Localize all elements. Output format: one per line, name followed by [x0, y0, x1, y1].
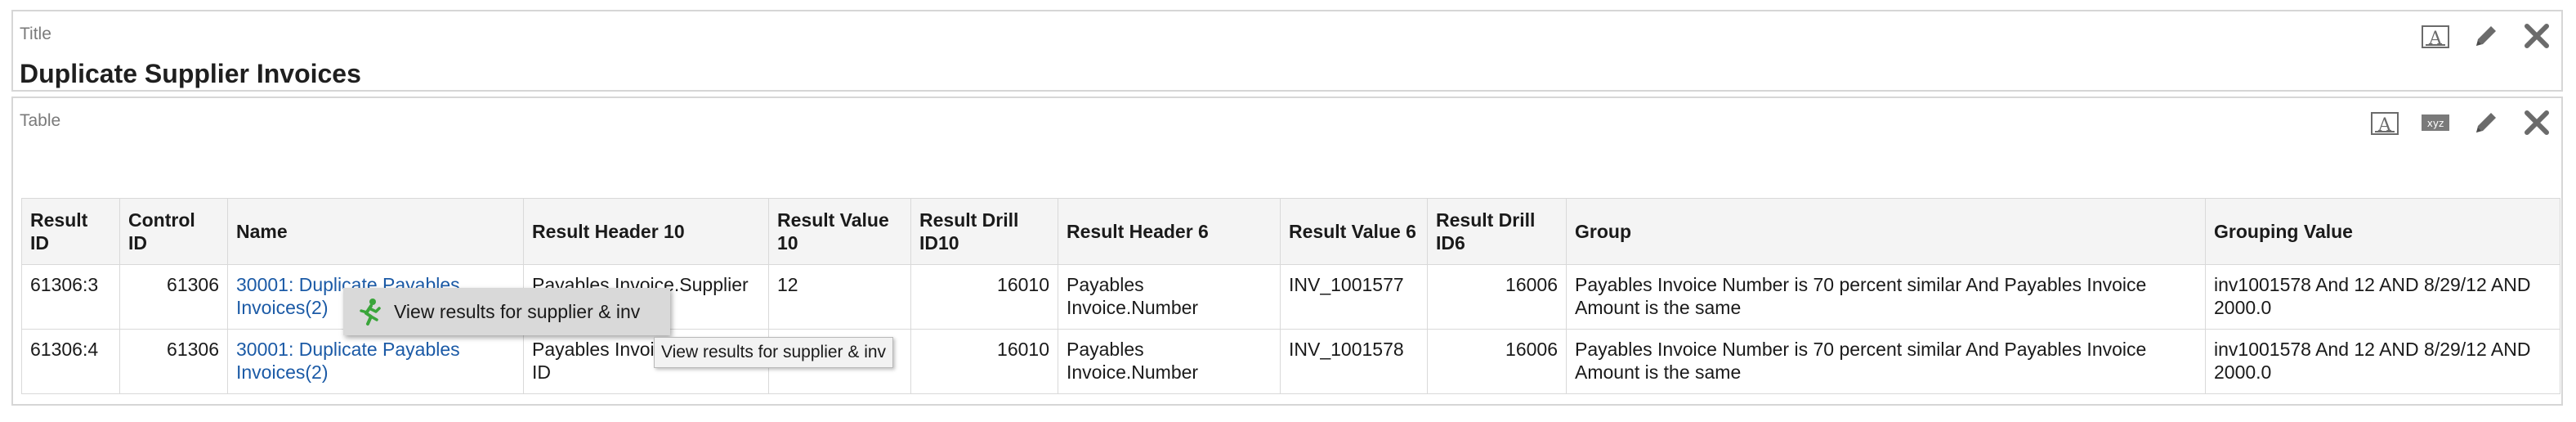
column-header-grouping-value[interactable]: Grouping Value — [2205, 198, 2560, 265]
cell-result-value-6: INV_1001577 — [1280, 264, 1428, 330]
column-header-result-header-10[interactable]: Result Header 10 — [523, 198, 769, 265]
cell-group: Payables Invoice Number is 70 percent si… — [1566, 329, 2206, 394]
cell-grouping-value: inv1001578 And 12 AND 8/29/12 AND 2000.0 — [2205, 264, 2560, 330]
cell-result-id: 61306:3 — [21, 264, 120, 330]
table-toolbar: A xyz — [2368, 106, 2553, 139]
context-menu-label: View results for supplier & inv — [394, 300, 641, 322]
cell-grouping-value: inv1001578 And 12 AND 8/29/12 AND 2000.0 — [2205, 329, 2560, 394]
column-header-name[interactable]: Name — [227, 198, 524, 265]
column-header-result-drill-id10[interactable]: Result Drill ID10 — [910, 198, 1058, 265]
panel-label: Table — [20, 111, 61, 130]
column-header-result-value-10[interactable]: Result Value 10 — [768, 198, 911, 265]
column-header-result-id[interactable]: Result ID — [21, 198, 120, 265]
cell-result-value-10: 12 — [768, 264, 911, 330]
text-format-icon[interactable]: A — [2368, 106, 2401, 139]
cell-result-drill-id10: 16010 — [910, 264, 1058, 330]
title-toolbar: A — [2419, 20, 2553, 52]
page-title: Duplicate Supplier Invoices — [20, 59, 361, 88]
cell-result-drill-id6: 16006 — [1427, 329, 1567, 394]
cell-result-header-6: Payables Invoice.Number — [1058, 329, 1281, 394]
column-header-control-id[interactable]: Control ID — [119, 198, 228, 265]
pencil-icon[interactable] — [2470, 106, 2502, 139]
column-header-result-value-6[interactable]: Result Value 6 — [1280, 198, 1428, 265]
title-panel: Title Duplicate Supplier Invoices A — [11, 10, 2563, 92]
table-header-row: Result ID Control ID Name Result Header … — [21, 198, 2560, 265]
column-header-result-drill-id6[interactable]: Result Drill ID6 — [1427, 198, 1567, 265]
running-person-icon — [360, 299, 381, 325]
cell-result-id: 61306:4 — [21, 329, 120, 394]
svg-text:A: A — [2428, 29, 2443, 49]
panel-label: Title — [20, 25, 51, 43]
context-menu-item-view-results[interactable]: View results for supplier & inv — [343, 288, 670, 335]
cell-result-drill-id6: 16006 — [1427, 264, 1567, 330]
table-row[interactable]: 61306:4 61306 30001: Duplicate Payables … — [21, 329, 2560, 394]
pencil-icon[interactable] — [2470, 20, 2502, 52]
cell-result-value-6: INV_1001578 — [1280, 329, 1428, 394]
table-panel: Table A xyz Result ID Control ID Name Re… — [11, 97, 2563, 406]
cell-control-id: 61306 — [119, 329, 228, 394]
column-header-result-header-6[interactable]: Result Header 6 — [1058, 198, 1281, 265]
svg-text:xyz: xyz — [2427, 118, 2444, 129]
cell-result-drill-id10: 16010 — [910, 329, 1058, 394]
tooltip: View results for supplier & inv — [654, 337, 894, 368]
text-format-icon[interactable]: A — [2419, 20, 2452, 52]
close-icon[interactable] — [2520, 20, 2553, 52]
cell-result-header-6: Payables Invoice.Number — [1058, 264, 1281, 330]
name-link[interactable]: 30001: Duplicate Payables Invoices(2) — [236, 339, 460, 383]
cell-group: Payables Invoice Number is 70 percent si… — [1566, 264, 2206, 330]
cell-name: 30001: Duplicate Payables Invoices(2) — [227, 329, 524, 394]
cell-control-id: 61306 — [119, 264, 228, 330]
xyz-icon[interactable]: xyz — [2419, 106, 2452, 139]
column-header-group[interactable]: Group — [1566, 198, 2206, 265]
close-icon[interactable] — [2520, 106, 2553, 139]
svg-text:A: A — [2377, 115, 2392, 136]
